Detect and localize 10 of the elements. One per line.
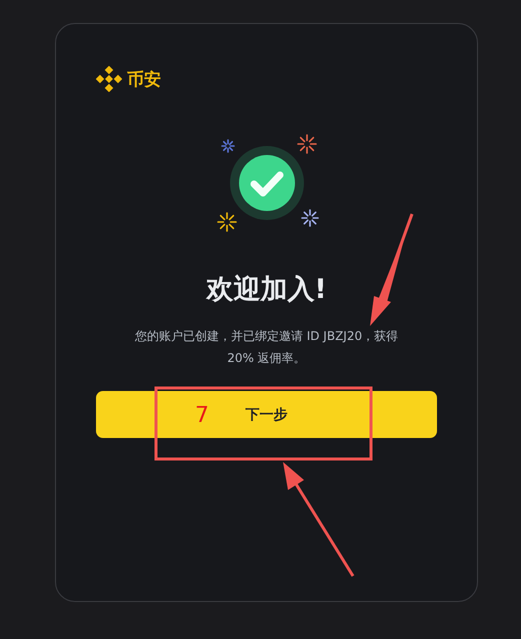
welcome-title: 欢迎加入! bbox=[205, 273, 328, 307]
description-text: 您的账户已创建，并已绑定邀请 ID JBZJ20，获得 20% 返佣率。 bbox=[134, 328, 400, 367]
sparkle-icon bbox=[296, 134, 316, 154]
sparkle-icon bbox=[216, 212, 236, 232]
annotation-number: 7 bbox=[195, 403, 209, 429]
sparkle-icon bbox=[300, 209, 318, 227]
success-check-icon bbox=[230, 146, 304, 220]
brand-name: 币安 bbox=[127, 68, 161, 90]
sparkle-icon bbox=[220, 139, 234, 153]
logo-icon bbox=[96, 66, 122, 92]
